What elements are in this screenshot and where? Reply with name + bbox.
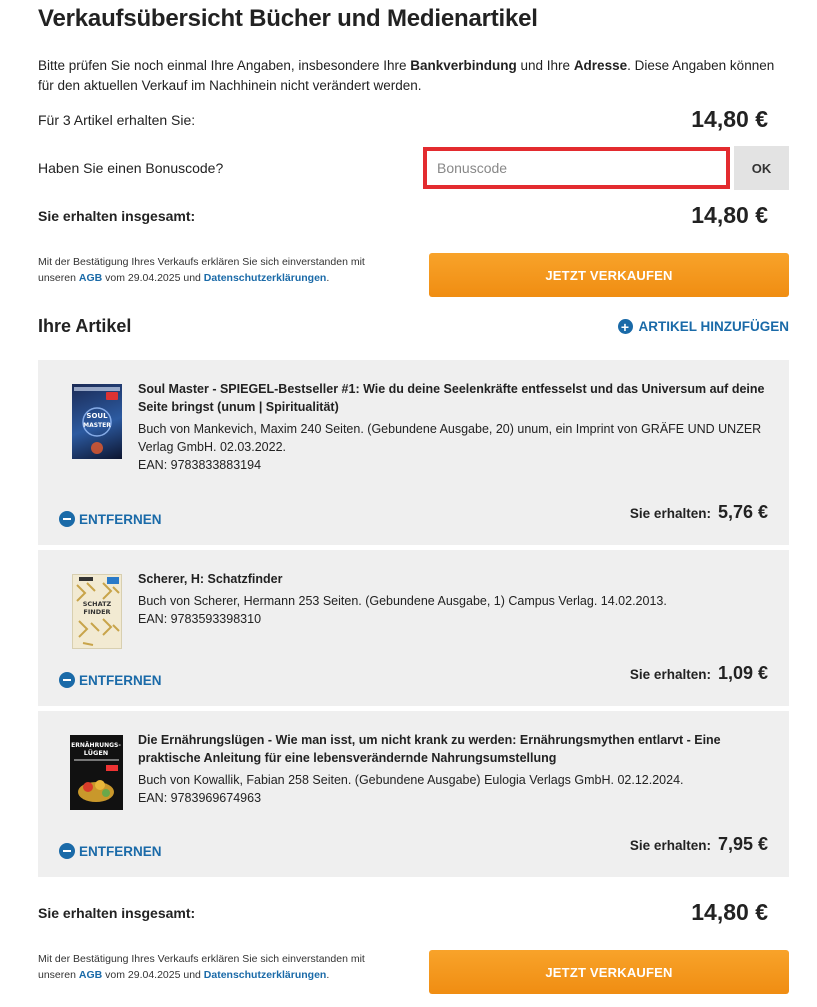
total-row: Sie erhalten insgesamt: 14,80 € xyxy=(38,202,789,229)
article-ean: EAN: 9783593398310 xyxy=(138,612,262,626)
svg-text:MASTER: MASTER xyxy=(83,422,111,429)
add-article-link[interactable]: + ARTIKEL HINZUFÜGEN xyxy=(617,319,789,334)
bonus-ok-button[interactable]: OK xyxy=(734,146,789,190)
bottom-total-amount: 14,80 € xyxy=(691,899,768,925)
agb-link[interactable]: AGB xyxy=(79,969,102,981)
bonus-code-input[interactable] xyxy=(423,147,730,189)
privacy-link[interactable]: Datenschutzerklärungen xyxy=(204,272,327,284)
svg-text:SOUL: SOUL xyxy=(86,412,108,420)
article-card: SOUL MASTER Soul Master - SPIEGEL-Bestse… xyxy=(38,360,789,545)
minus-circle-icon xyxy=(59,511,75,527)
article-ean: EAN: 9783833883194 xyxy=(138,458,262,472)
bonus-row: Haben Sie einen Bonuscode? OK xyxy=(38,146,789,190)
sell-now-button[interactable]: JETZT VERKAUFEN xyxy=(429,253,789,297)
article-details: Buch von Kowallik, Fabian 258 Seiten. (G… xyxy=(138,773,684,787)
bottom-confirm-row: Mit der Bestätigung Ihres Verkaufs erklä… xyxy=(38,950,789,994)
legal-text: Mit der Bestätigung Ihres Verkaufs erklä… xyxy=(38,256,365,284)
article-details: Buch von Scherer, Hermann 253 Seiten. (G… xyxy=(138,594,667,608)
items-label: Für 3 Artikel erhalten Sie: xyxy=(38,111,196,128)
article-card: ERNÄHRUNGS- LÜGEN Die Ernährungslügen - … xyxy=(38,711,789,877)
sales-overview: Verkaufsübersicht Bücher und Medienartik… xyxy=(38,0,789,994)
bottom-legal-text: Mit der Bestätigung Ihres Verkaufs erklä… xyxy=(38,953,365,981)
page-title: Verkaufsübersicht Bücher und Medienartik… xyxy=(38,5,538,32)
article-price: Sie erhalten: 7,95 € xyxy=(629,834,768,854)
total-label: Sie erhalten insgesamt: xyxy=(38,207,196,224)
items-amount: 14,80 € xyxy=(691,106,768,132)
minus-circle-icon xyxy=(59,843,75,859)
article-price: Sie erhalten: 1,09 € xyxy=(629,663,768,683)
bottom-total-label: Sie erhalten insgesamt: xyxy=(38,904,196,921)
minus-circle-icon xyxy=(59,672,75,688)
privacy-link[interactable]: Datenschutzerklärungen xyxy=(204,969,327,981)
article-title: Scherer, H: Schatzfinder xyxy=(138,572,283,586)
remove-article-button[interactable]: ENTFERNEN xyxy=(59,672,162,688)
svg-text:ERNÄHRUNGS-: ERNÄHRUNGS- xyxy=(71,742,121,749)
articles-header: Ihre Artikel + ARTIKEL HINZUFÜGEN xyxy=(38,316,789,337)
svg-text:LÜGEN: LÜGEN xyxy=(84,748,108,757)
remove-article-button[interactable]: ENTFERNEN xyxy=(59,843,162,859)
article-price: Sie erhalten: 5,76 € xyxy=(629,502,768,522)
articles-heading: Ihre Artikel xyxy=(38,316,132,336)
ernaehrungsluegen-cover-art: ERNÄHRUNGS- LÜGEN xyxy=(71,742,121,802)
article-info: Soul Master - SPIEGEL-Bestseller #1: Wie… xyxy=(138,380,773,474)
article-title: Die Ernährungslügen - Wie man isst, um n… xyxy=(138,733,721,765)
article-title: Soul Master - SPIEGEL-Bestseller #1: Wie… xyxy=(138,382,765,414)
bonus-form: OK xyxy=(423,146,789,190)
confirm-row: Mit der Bestätigung Ihres Verkaufs erklä… xyxy=(38,253,789,297)
book-cover-soul-master: SOUL MASTER xyxy=(72,384,122,459)
article-card: SCHATZ FINDER Scherer, H: Schatzfinder B… xyxy=(38,550,789,706)
bonus-label: Haben Sie einen Bonuscode? xyxy=(38,160,224,176)
intro-text: Bitte prüfen Sie noch einmal Ihre Angabe… xyxy=(38,58,775,93)
total-amount: 14,80 € xyxy=(691,202,768,228)
svg-text:SCHATZ: SCHATZ xyxy=(83,600,112,608)
svg-text:FINDER: FINDER xyxy=(83,608,110,616)
article-ean: EAN: 9783969674963 xyxy=(138,791,262,805)
bottom-total-row: Sie erhalten insgesamt: 14,80 € xyxy=(38,899,789,926)
article-details: Buch von Mankevich, Maxim 240 Seiten. (G… xyxy=(138,422,762,454)
article-info: Die Ernährungslügen - Wie man isst, um n… xyxy=(138,731,773,807)
soul-master-cover-art: SOUL MASTER xyxy=(74,387,120,454)
book-cover-schatzfinder: SCHATZ FINDER xyxy=(72,574,122,649)
book-cover-ernaehrungsluegen: ERNÄHRUNGS- LÜGEN xyxy=(70,735,123,810)
article-info: Scherer, H: Schatzfinder Buch von Schere… xyxy=(138,570,773,628)
agb-link[interactable]: AGB xyxy=(79,272,102,284)
remove-article-button[interactable]: ENTFERNEN xyxy=(59,511,162,527)
items-summary-row: Für 3 Artikel erhalten Sie: 14,80 € xyxy=(38,106,789,133)
plus-circle-icon: + xyxy=(617,319,633,334)
sell-now-button-bottom[interactable]: JETZT VERKAUFEN xyxy=(429,950,789,994)
schatzfinder-cover-art: SCHATZ FINDER xyxy=(76,577,120,646)
